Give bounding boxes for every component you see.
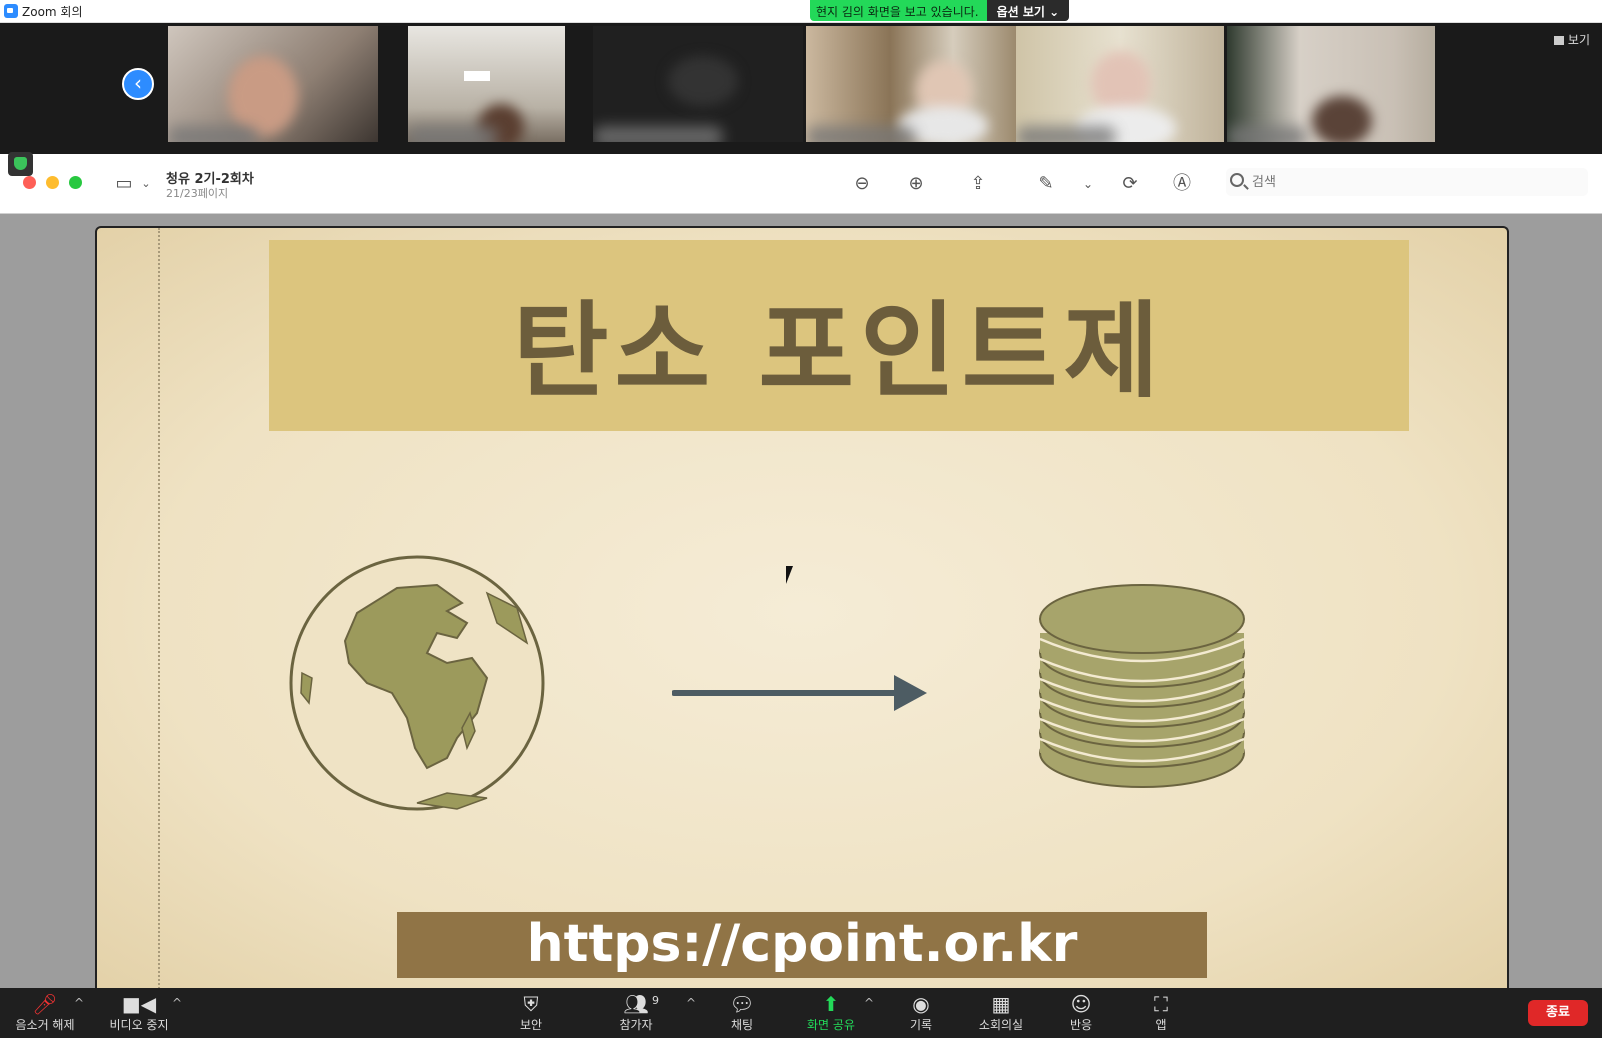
zoom-window-button[interactable] — [69, 176, 82, 189]
screen-share-banner: 현지 김의 화면을 보고 있습니다. 옵션 보기 ⌄ — [810, 0, 1070, 21]
mouse-cursor — [786, 566, 793, 584]
participants-count: 9 — [652, 994, 659, 1007]
page-indicator: 21/23페이지 — [166, 187, 229, 200]
view-options-button[interactable]: 옵션 보기 ⌄ — [986, 0, 1070, 21]
participants-button[interactable]: 👥︎ 참가자 — [591, 992, 681, 1033]
previous-page-button[interactable]: ‹ — [122, 68, 154, 100]
reactions-button[interactable]: ☺ 반응 — [1036, 992, 1126, 1033]
video-options-caret[interactable]: ^ — [172, 996, 182, 1010]
participant-name-blurred — [1227, 126, 1307, 142]
share-status-message: 현지 김의 화면을 보고 있습니다. — [810, 0, 987, 21]
notebook-margin-line — [158, 228, 160, 996]
zoom-out-icon[interactable]: ⊖ — [850, 172, 874, 196]
participant-name-blurred — [1016, 126, 1116, 142]
participant-video[interactable] — [168, 26, 378, 142]
meeting-controls-bar: 🎤︎ 음소거 해제 ^ ■◀ 비디오 중지 ^ ⛨ 보안 👥︎ 참가자 9 ^ … — [0, 988, 1602, 1038]
share-screen-icon: ⬆ — [822, 992, 840, 1016]
chat-bubble-icon: 💬︎ — [729, 992, 755, 1016]
security-shield-icon — [8, 152, 33, 176]
participant-name-blurred — [408, 126, 498, 142]
annotate-icon[interactable]: Ⓐ — [1170, 172, 1194, 196]
coin-stack-icon — [1039, 584, 1245, 788]
participant-name-blurred — [168, 126, 258, 142]
sidebar-toggle-icon[interactable]: ▭ — [112, 172, 136, 196]
record-icon: ◉ — [912, 992, 930, 1016]
minimize-window-button[interactable] — [46, 176, 59, 189]
window-titlebar: Zoom 회의 — [0, 0, 1602, 23]
zoom-app-icon — [4, 4, 18, 18]
record-button[interactable]: ◉ 기록 — [876, 992, 966, 1033]
window-title: Zoom 회의 — [22, 5, 83, 19]
close-window-button[interactable] — [23, 176, 36, 189]
audio-options-caret[interactable]: ^ — [74, 996, 84, 1010]
share-screen-button[interactable]: ⬆ 화면 공유 — [786, 992, 876, 1033]
participant-name-blurred — [806, 126, 916, 142]
search-icon — [1230, 173, 1244, 187]
smiley-icon: ☺ — [1070, 992, 1092, 1016]
zoom-in-icon[interactable]: ⊕ — [904, 172, 928, 196]
apps-button[interactable]: ⛶ 앱 — [1116, 992, 1206, 1033]
right-arrow-icon — [672, 675, 927, 711]
share-icon[interactable]: ⇪ — [966, 172, 990, 196]
chevron-down-icon[interactable]: ⌄ — [134, 172, 158, 196]
apps-icon: ⛶ — [1154, 992, 1168, 1016]
participant-video[interactable] — [1227, 26, 1435, 142]
markup-pen-icon[interactable]: ✎ — [1034, 172, 1058, 196]
rotate-icon[interactable]: ⟳ — [1118, 172, 1142, 196]
breakout-rooms-button[interactable]: ▦ 소회의실 — [956, 992, 1046, 1033]
slide-title: 탄소 포인트제 — [512, 290, 1166, 412]
participant-name-blurred — [593, 126, 723, 142]
video-camera-icon: ■◀ — [121, 992, 157, 1016]
slide-title-banner: 탄소 포인트제 — [269, 240, 1409, 431]
breakout-rooms-icon: ▦ — [991, 992, 1011, 1016]
share-options-caret[interactable]: ^ — [864, 996, 874, 1010]
slide-url-banner: https://cpoint.or.kr — [397, 912, 1207, 978]
stop-video-button[interactable]: ■◀ 비디오 중지 — [94, 992, 184, 1033]
participant-video[interactable] — [1016, 26, 1224, 142]
participants-options-caret[interactable]: ^ — [686, 996, 696, 1010]
presentation-slide: 탄소 포인트제 https://cpoint.or.kr — [95, 226, 1509, 996]
shield-icon: ⛨ — [523, 992, 539, 1016]
participants-icon: 👥︎ — [623, 992, 649, 1016]
chevron-down-icon[interactable]: ⌄ — [1076, 172, 1100, 196]
participant-video[interactable] — [408, 26, 565, 142]
end-meeting-button[interactable]: 종료 — [1528, 1000, 1588, 1026]
chat-button[interactable]: 💬︎ 채팅 — [697, 992, 787, 1033]
participant-video[interactable] — [806, 26, 1016, 142]
gallery-view-button[interactable]: 보기 — [1554, 31, 1590, 48]
search-box[interactable] — [1226, 168, 1588, 196]
participant-video[interactable] — [593, 26, 803, 142]
security-button[interactable]: ⛨ 보안 — [486, 992, 576, 1033]
participant-strip: ‹ 보기 — [0, 23, 1602, 154]
search-input[interactable] — [1252, 172, 1572, 192]
shared-screen-area: 탄소 포인트제 https://cpoint.or.kr — [0, 214, 1602, 996]
slide-url: https://cpoint.or.kr — [526, 914, 1078, 974]
document-viewer-toolbar: ▭ ⌄ 청유 2기-2회차 21/23페이지 ⊖ ⊕ ⇪ ✎ ⌄ ⟳ Ⓐ — [0, 152, 1602, 214]
globe-icon — [289, 555, 545, 811]
